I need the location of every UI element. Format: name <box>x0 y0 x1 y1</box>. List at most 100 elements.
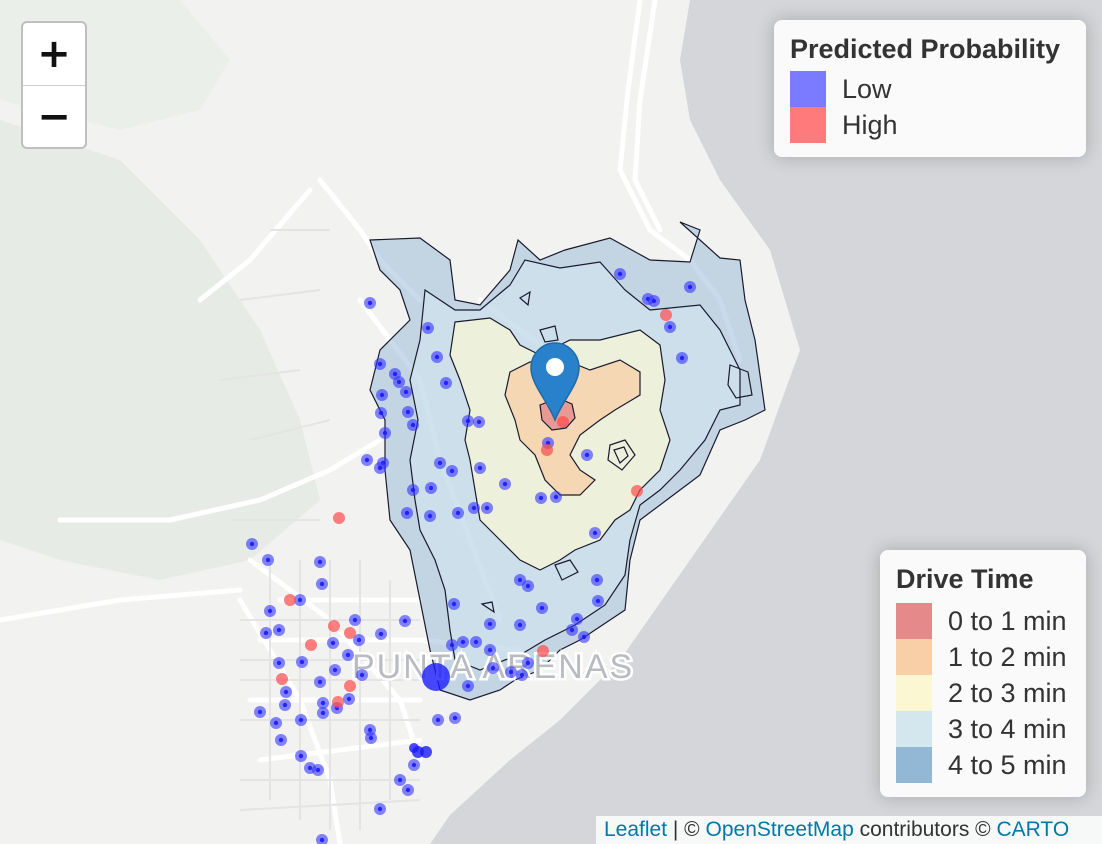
carto-link[interactable]: CARTO <box>996 818 1069 841</box>
point-core <box>297 597 303 603</box>
point-core <box>435 717 441 723</box>
point-core <box>382 430 388 436</box>
point-core <box>473 639 479 645</box>
legend-title: Predicted Probability <box>790 34 1061 64</box>
point-core <box>346 696 352 702</box>
point-core <box>651 298 657 304</box>
point-core <box>257 709 263 715</box>
openstreetmap-link[interactable]: OpenStreetMap <box>706 818 854 841</box>
point-core <box>490 665 496 671</box>
leaflet-link[interactable]: Leaflet <box>604 818 667 841</box>
point-core <box>525 583 531 589</box>
point-core <box>427 513 433 519</box>
legend-item-3-4: 3 to 4 min <box>896 711 1070 747</box>
point-core <box>437 460 443 466</box>
legend-title: Drive Time <box>896 564 1034 594</box>
point-core <box>595 598 601 604</box>
point-core <box>278 737 284 743</box>
legend-item-0-1: 0 to 1 min <box>896 603 1070 639</box>
high-probability-point <box>631 485 643 497</box>
legend-item-2-3: 2 to 3 min <box>896 675 1070 711</box>
legend-label: 2 to 3 min <box>948 677 1067 708</box>
point-core <box>538 495 544 501</box>
attribution-contributors: contributors © <box>853 818 997 841</box>
point-core <box>332 667 338 673</box>
point-core <box>298 753 304 759</box>
legend-predicted-probability: Predicted Probability Low High <box>774 20 1086 157</box>
point-core <box>298 717 304 723</box>
legend-swatch <box>896 711 932 747</box>
point-core <box>317 679 323 685</box>
point-core <box>460 639 466 645</box>
legend-label: 0 to 1 min <box>948 605 1067 636</box>
point-core <box>539 605 545 611</box>
point-core <box>379 392 385 398</box>
point-core <box>356 637 362 643</box>
point-core <box>265 557 271 563</box>
high-probability-point <box>332 696 344 708</box>
legend-label: Low <box>842 73 892 104</box>
point-core <box>345 652 351 658</box>
point-core <box>449 642 455 648</box>
high-probability-point <box>333 512 345 524</box>
point-core <box>319 581 325 587</box>
green-area <box>0 120 320 580</box>
point-core <box>679 355 685 361</box>
point-core <box>517 622 523 628</box>
point-core <box>425 325 431 331</box>
high-probability-point <box>305 639 317 651</box>
attribution-separator: | © <box>667 818 706 841</box>
point-core <box>428 485 434 491</box>
point-core <box>581 634 587 640</box>
point-core <box>273 720 279 726</box>
point-core <box>434 354 440 360</box>
point-core <box>487 621 493 627</box>
point-core <box>307 765 313 771</box>
point-core <box>367 300 373 306</box>
point-core <box>320 710 326 716</box>
high-probability-point <box>660 309 672 321</box>
legend-swatch <box>896 675 932 711</box>
legend-swatch <box>896 639 932 675</box>
point-core <box>282 702 288 708</box>
point-core <box>368 735 374 741</box>
point-core <box>465 683 471 689</box>
point-core <box>315 767 321 773</box>
point-core <box>508 669 514 675</box>
point-core <box>687 284 693 290</box>
point-core <box>449 468 455 474</box>
point-core <box>276 660 282 666</box>
point-core <box>525 660 531 666</box>
point-core <box>455 510 461 516</box>
legend-label: High <box>842 109 898 140</box>
point-core <box>487 647 493 653</box>
point-core <box>377 465 383 471</box>
legend-item-4-5: 4 to 5 min <box>896 747 1070 783</box>
high-probability-point <box>284 594 296 606</box>
point-core <box>574 616 580 622</box>
legend-label: 3 to 4 min <box>948 713 1067 744</box>
legend-item-high: High <box>790 107 1070 143</box>
point-core <box>397 777 403 783</box>
point-core <box>402 618 408 624</box>
point-core <box>403 389 409 395</box>
point-core <box>249 541 255 547</box>
point-core <box>465 418 471 424</box>
point-core <box>477 465 483 471</box>
zoom-out-button[interactable]: − <box>23 86 85 147</box>
point-core <box>484 505 490 511</box>
zoom-in-button[interactable]: + <box>23 23 85 86</box>
point-core <box>320 700 326 706</box>
legend-drive-time: Drive Time 0 to 1 min 1 to 2 min 2 to 3 … <box>880 550 1086 797</box>
point-core <box>267 608 273 614</box>
point-core <box>378 410 384 416</box>
point-core <box>471 505 477 511</box>
point-core <box>392 371 398 377</box>
legend-swatch <box>896 603 932 639</box>
point-core <box>443 380 449 386</box>
legend-label: 4 to 5 min <box>948 749 1067 780</box>
point-core <box>410 422 416 428</box>
legend-swatch <box>896 747 932 783</box>
point-core <box>405 409 411 415</box>
high-probability-point <box>557 416 569 428</box>
